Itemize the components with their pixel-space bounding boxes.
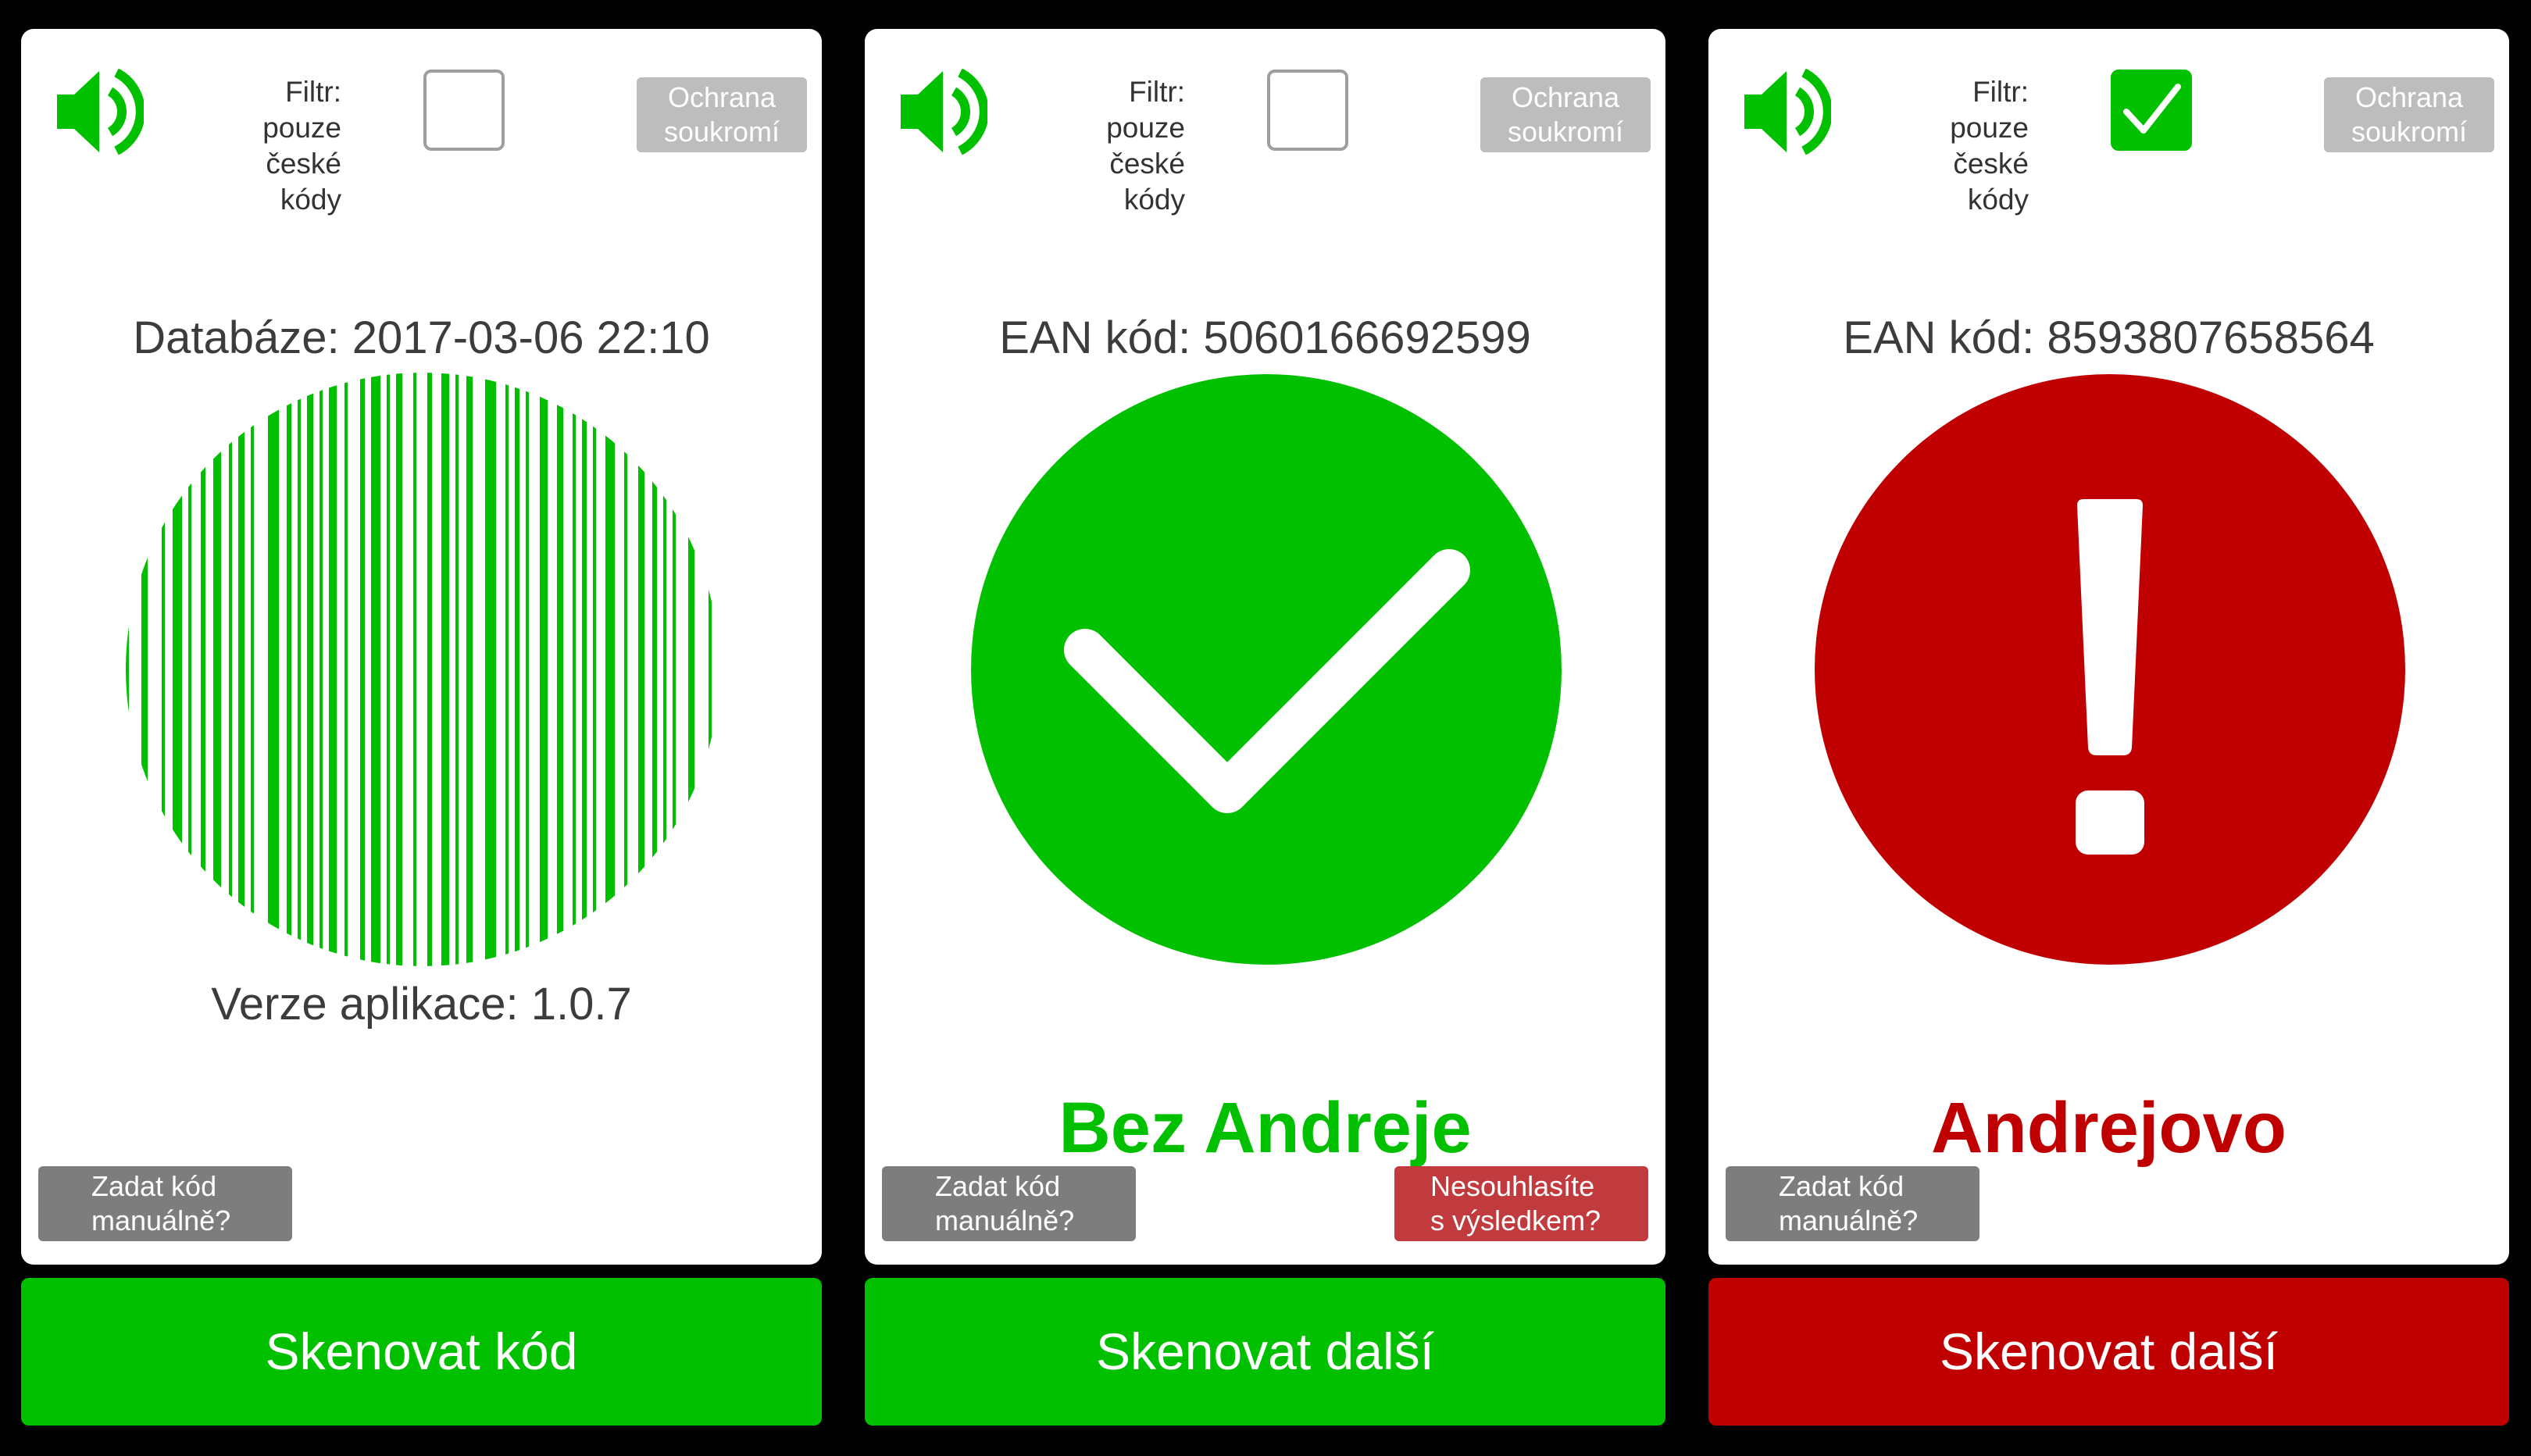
screen-card: Filtr: pouze české kódy Ochrana soukromí… <box>1708 29 2509 1265</box>
filter-label-line1: Filtr: pouze <box>1950 76 2029 144</box>
manual-entry-line1: Zadat kód <box>1779 1170 1904 1202</box>
scan-next-button[interactable]: Skenovat další <box>1708 1278 2509 1426</box>
manual-entry-line2: manuálně? <box>935 1204 1075 1237</box>
manual-entry-line1: Zadat kód <box>935 1170 1061 1202</box>
manual-entry-line2: manuálně? <box>91 1204 231 1237</box>
filter-label: Filtr: pouze české kódy <box>1044 74 1185 218</box>
barcode-circle-icon <box>126 373 712 966</box>
scan-next-button[interactable]: Skenovat další <box>865 1278 1665 1426</box>
filter-label-line2: české kódy <box>1109 148 1185 216</box>
speaker-volume-icon[interactable] <box>1741 65 1831 159</box>
app-version-text: Verze aplikace: 1.0.7 <box>211 979 632 1030</box>
database-date-text: Databáze: 2017-03-06 22:10 <box>133 312 710 363</box>
manual-entry-line2: manuálně? <box>1779 1204 1919 1237</box>
verdict-text: Bez Andreje <box>1058 1088 1472 1168</box>
manual-entry-button[interactable]: Zadat kód manuálně? <box>38 1166 292 1241</box>
screen-card: Filtr: pouze české kódy Ochrana soukromí… <box>865 29 1665 1265</box>
speaker-volume-icon[interactable] <box>54 65 144 159</box>
filter-label: Filtr: pouze české kódy <box>201 74 341 218</box>
privacy-button-line2: soukromí <box>663 116 780 148</box>
filter-label-line1: Filtr: pouze <box>1106 76 1185 144</box>
ean-code-text: EAN kód: 8593807658564 <box>1843 312 2375 363</box>
privacy-button[interactable]: Ochrana soukromí <box>2324 77 2494 152</box>
filter-label-line2: české kódy <box>266 148 341 216</box>
disagree-line2: s výsledkem? <box>1430 1204 1601 1237</box>
verdict-text: Andrejovo <box>1931 1088 2286 1168</box>
checkmark-circle-icon <box>971 374 1562 965</box>
checkmark-icon <box>2123 84 2181 134</box>
filter-checkbox-checked[interactable] <box>2111 70 2192 151</box>
screen-idle: Filtr: pouze české kódy Ochrana soukromí… <box>21 0 822 1456</box>
speaker-volume-icon[interactable] <box>898 65 987 159</box>
privacy-button-line1: Ochrana <box>667 81 776 113</box>
privacy-button-line2: soukromí <box>1507 116 1624 148</box>
scan-button[interactable]: Skenovat kód <box>21 1278 822 1426</box>
screen-warning: Filtr: pouze české kódy Ochrana soukromí… <box>1708 0 2509 1456</box>
screen-card: Filtr: pouze české kódy Ochrana soukromí… <box>21 29 822 1265</box>
disagree-button[interactable]: Nesouhlasíte s výsledkem? <box>1394 1166 1648 1241</box>
privacy-button-line1: Ochrana <box>2354 81 2464 113</box>
privacy-button[interactable]: Ochrana soukromí <box>1480 77 1651 152</box>
manual-entry-button[interactable]: Zadat kód manuálně? <box>1726 1166 1979 1241</box>
filter-label-line1: Filtr: pouze <box>262 76 341 144</box>
filter-checkbox[interactable] <box>423 70 505 151</box>
manual-entry-line1: Zadat kód <box>91 1170 217 1202</box>
filter-label-line2: české kódy <box>1953 148 2029 216</box>
privacy-button-line1: Ochrana <box>1511 81 1620 113</box>
screen-ok: Filtr: pouze české kódy Ochrana soukromí… <box>865 0 1665 1456</box>
filter-label: Filtr: pouze české kódy <box>1888 74 2029 218</box>
exclamation-circle-icon <box>1815 374 2405 965</box>
ean-code-text: EAN kód: 5060166692599 <box>999 312 1531 363</box>
filter-checkbox[interactable] <box>1267 70 1348 151</box>
manual-entry-button[interactable]: Zadat kód manuálně? <box>882 1166 1136 1241</box>
disagree-line1: Nesouhlasíte <box>1430 1170 1595 1202</box>
privacy-button[interactable]: Ochrana soukromí <box>637 77 807 152</box>
privacy-button-line2: soukromí <box>2351 116 2468 148</box>
